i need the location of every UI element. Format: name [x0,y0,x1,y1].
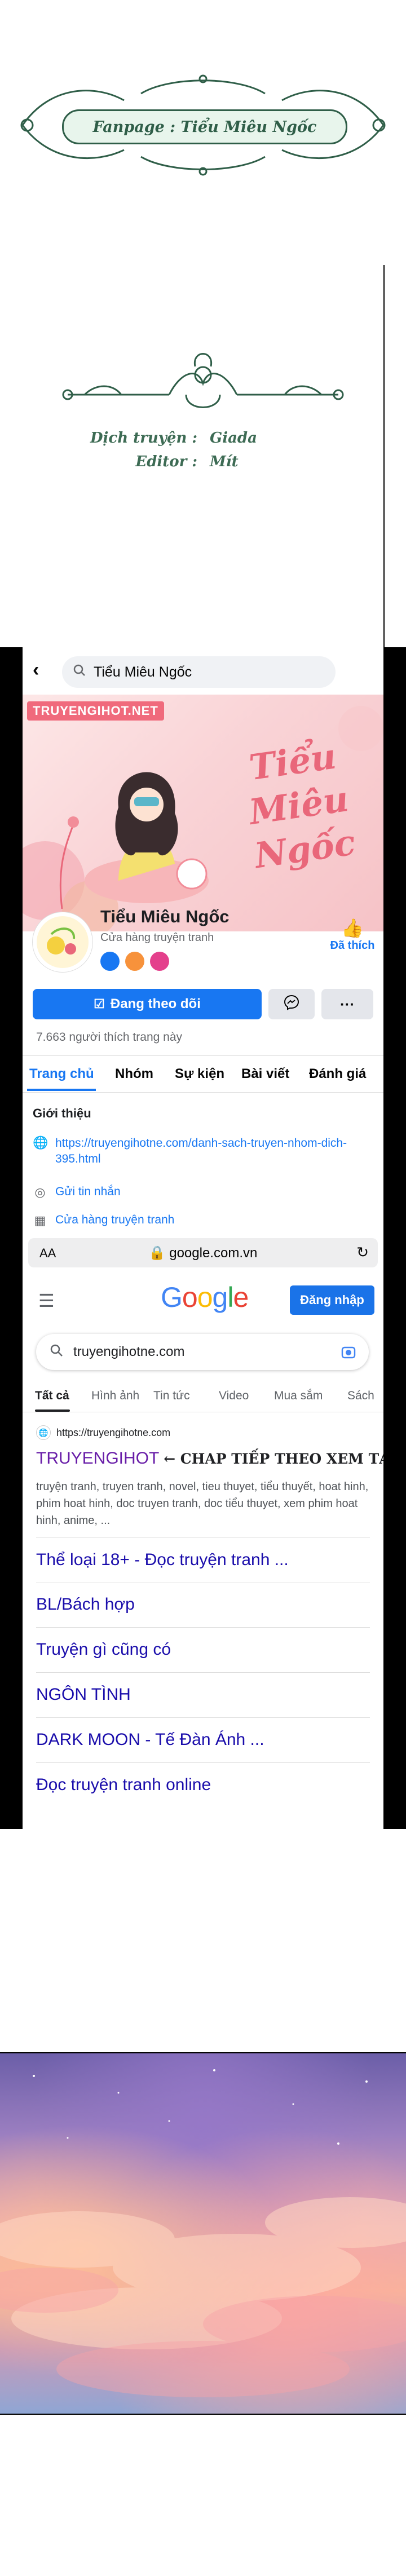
messenger-small-icon: ◎ [34,1185,46,1199]
badge-orange-icon [125,952,144,971]
editor-name: Mít [210,453,239,470]
thumbs-up-icon: 👍 [341,918,364,938]
gtab-video[interactable]: Video [219,1389,249,1403]
liked-label: Đã thích [330,939,375,952]
gtab-news[interactable]: Tin tức [153,1389,190,1403]
cover-title: Tiểu Miêu Ngốc [246,735,358,877]
google-tabs: Tất cả Hình ảnh Tin tức Video Mua sắm Sá… [23,1384,383,1412]
sitelink-2[interactable]: BL/Bách hợp [36,1582,370,1628]
follow-check-icon: ☑ [94,997,105,1011]
browser-address-bar[interactable]: AA 🔒 google.com.vn ↻ [28,1238,378,1267]
gtab-books[interactable]: Sách [347,1389,374,1403]
sitelink-3[interactable]: Truyện gì cũng có [36,1627,370,1673]
more-dots-icon: ··· [340,995,355,1013]
following-label: Đang theo dõi [110,996,201,1011]
result-title-annotation: ← CHAP TIẾP THEO XEM TẠI ĐÂY NHA [164,1451,383,1467]
sunset-sky-panel [0,2052,406,2415]
liked-button[interactable]: 👍 Đã thích [327,917,378,952]
intro-link[interactable]: https://truyengihotne.com/danh-sach-truy… [55,1135,371,1167]
facebook-search-bar[interactable]: Tiểu Miêu Ngốc [62,656,336,688]
tab-posts[interactable]: Bài viết [241,1066,289,1082]
likes-count: 7.663 người thích trang này [36,1031,182,1044]
badge-blue-icon [100,952,120,971]
hamburger-menu-icon[interactable]: ☰ [38,1290,55,1311]
page-name: Tiểu Miêu Ngốc [100,907,230,926]
gtab-all[interactable]: Tất cả [35,1389,69,1403]
following-button[interactable]: ☑ Đang theo dõi [33,989,262,1019]
tab-home[interactable]: Trang chủ [29,1066,94,1082]
result-title-row[interactable]: TRUYENGIHOT ← CHAP TIẾP THEO XEM TẠI ĐÂY… [36,1449,383,1468]
fanpage-banner: Fanpage : Tiểu Miêu Ngốc [23,100,383,150]
page-tabs: Trang chủ Nhóm Sự kiện Bài viết Đánh giá [23,1055,383,1093]
sitelink-4[interactable]: NGÔN TÌNH [36,1672,370,1718]
site-favicon-icon: 🌐 [36,1425,51,1440]
phone-frame-left [0,647,23,1829]
messenger-button[interactable] [268,989,315,1019]
editor-label: Editor : [135,453,197,470]
intro-link-row[interactable]: 🌐 https://truyengihotne.com/danh-sach-tr… [33,1135,371,1167]
phone-screenshot: ‹ Tiểu Miêu Ngốc TRUYENGIHOT.NET Tiểu Mi… [23,647,383,1829]
back-arrow-icon[interactable]: ‹ [33,659,39,681]
translator-label: Dịch truyện : [90,430,197,447]
result-url: https://truyengihotne.com [56,1426,171,1438]
translator-name: Giada [210,430,257,447]
google-logo: Google [161,1282,249,1313]
page-category: Cửa hàng truyện tranh [100,931,214,944]
intro-title: Giới thiệu [33,1106,91,1120]
flourish-ornament-icon [20,74,386,408]
search-text: Tiểu Miêu Ngốc [94,664,192,680]
tab-groups[interactable]: Nhóm [115,1066,153,1082]
fanpage-label: Fanpage : Tiểu Miêu Ngốc [62,109,347,144]
google-search-icon [50,1344,63,1361]
sky-clouds-icon [0,2069,406,2397]
gtab-images[interactable]: Hình ảnh [91,1389,139,1403]
signin-button[interactable]: Đăng nhập [290,1285,374,1315]
lock-icon: 🔒 [148,1245,166,1261]
globe-icon: 🌐 [33,1135,48,1150]
result-url-row[interactable]: 🌐 https://truyengihotne.com [36,1425,170,1440]
google-query: truyengihotne.com [73,1344,185,1359]
gtab-shopping[interactable]: Mua sắm [274,1389,323,1403]
cover-photo: TRUYENGIHOT.NET Tiểu Miêu Ngốc [23,695,383,931]
search-icon [73,664,86,681]
result-title[interactable]: TRUYENGIHOT [36,1449,159,1468]
message-link[interactable]: Gửi tin nhắn [55,1185,121,1199]
tab-reviews[interactable]: Đánh giá [309,1066,366,1082]
address-url-row: 🔒 google.com.vn [28,1245,378,1261]
tab-events[interactable]: Sự kiện [175,1066,224,1082]
google-active-tab-indicator [35,1409,70,1412]
messenger-icon [284,995,299,1014]
category-link[interactable]: Cửa hàng truyện tranh [55,1213,174,1227]
top-ornament: Fanpage : Tiểu Miêu Ngốc Dịch truyện : G… [0,0,406,631]
panel-divider [383,265,385,647]
page-avatar[interactable] [33,912,92,972]
badge-pink-icon [150,952,169,971]
address-url: google.com.vn [169,1245,258,1261]
lens-camera-icon[interactable] [341,1344,356,1364]
active-tab-indicator [27,1089,96,1091]
google-search-box[interactable]: truyengihotne.com [36,1334,369,1370]
more-options-button[interactable]: ··· [321,989,373,1019]
message-row[interactable]: ◎ Gửi tin nhắn [33,1185,121,1200]
reload-icon[interactable]: ↻ [356,1244,369,1261]
sitelink-6[interactable]: Đọc truyện tranh online [36,1762,370,1808]
category-row[interactable]: ▦ Cửa hàng truyện tranh [33,1213,175,1228]
phone-frame-right [383,647,406,1829]
result-snippet: truyện tranh, truyen tranh, novel, tieu … [36,1481,369,1527]
page-badges [100,952,169,971]
shop-icon: ▦ [34,1213,46,1227]
sitelink-1[interactable]: Thể loại 18+ - Đọc truyện tranh ... [36,1537,370,1583]
sitelink-5[interactable]: DARK MOON - Tế Đàn Ánh ... [36,1717,370,1763]
